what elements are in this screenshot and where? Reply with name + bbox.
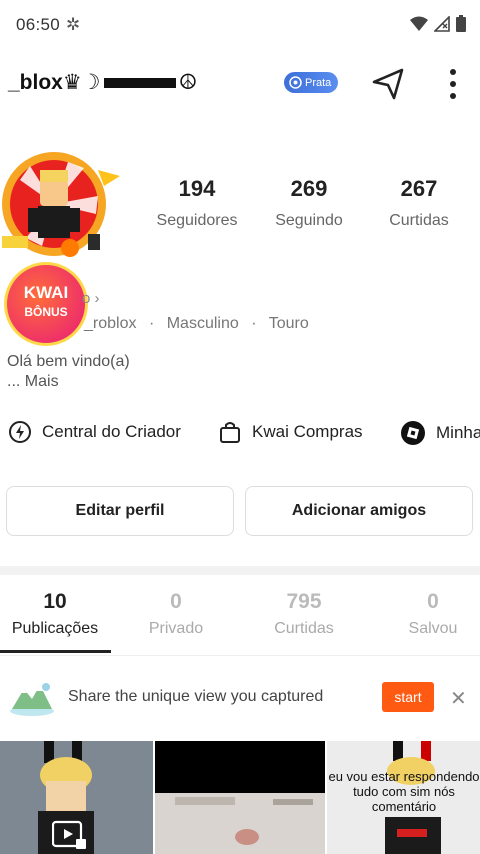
wifi-icon xyxy=(410,16,428,31)
bonus-line1: KWAI xyxy=(23,283,69,302)
profile-handle: _roblox xyxy=(84,315,137,332)
meta-separator: · xyxy=(251,315,257,332)
grid-post-2[interactable] xyxy=(155,741,325,854)
more-options-icon[interactable] xyxy=(438,66,468,102)
start-button[interactable]: start xyxy=(382,682,434,712)
post-caption: eu vou estar respondendo tudo com sim nó… xyxy=(328,769,480,814)
post-thumbnail-2 xyxy=(155,741,325,854)
level-badge-label: Prata xyxy=(305,76,332,89)
tab-privado-count: 0 xyxy=(170,590,182,613)
section-divider xyxy=(0,566,480,575)
stat-likes[interactable]: 267 Curtidas xyxy=(372,176,466,230)
tab-publicacoes-count: 10 xyxy=(43,590,67,613)
stat-followers-label: Seguidores xyxy=(156,212,238,229)
stat-following-value: 269 xyxy=(290,176,328,201)
profile-link[interactable]: o › xyxy=(82,290,100,307)
username: _blox♛☽ ☮ xyxy=(8,70,197,95)
shopping-bag-icon xyxy=(220,422,240,443)
tab-curtidas[interactable]: 795 Curtidas xyxy=(249,590,359,638)
profile-meta: _roblox · Masculino · Touro xyxy=(8,315,309,333)
shortcut-creator-center[interactable]: Central do Criador xyxy=(8,420,181,444)
status-bar: 06:50 ✲ xyxy=(0,0,480,50)
username-tail: ☮ xyxy=(178,71,198,94)
signal-icon xyxy=(434,15,450,32)
stat-likes-value: 267 xyxy=(400,176,438,201)
username-redaction xyxy=(103,78,176,89)
edit-profile-button[interactable]: Editar perfil xyxy=(6,486,234,536)
badge-icon xyxy=(289,76,302,89)
level-badge[interactable]: Prata xyxy=(284,72,339,93)
battery-icon xyxy=(456,15,466,32)
kwai-bonus-badge[interactable]: KWAI BÔNUS xyxy=(4,262,88,346)
banner-text: Share the unique view you captured xyxy=(68,688,324,705)
close-icon[interactable]: ✕ xyxy=(450,686,467,711)
video-icon xyxy=(52,820,86,849)
stat-following[interactable]: 269 Seguindo xyxy=(262,176,356,230)
active-tab-indicator xyxy=(0,650,111,653)
add-friends-button[interactable]: Adicionar amigos xyxy=(245,486,473,536)
profile-gender: Masculino xyxy=(166,315,239,332)
profile-header: _blox♛☽ ☮ Prata xyxy=(0,58,480,108)
creator-center-icon xyxy=(9,421,31,443)
grid-post-3[interactable]: eu vou estar respondendo tudo com sim nó… xyxy=(327,741,480,854)
status-time: 06:50 xyxy=(16,15,61,34)
shortcut-creator-label: Central do Criador xyxy=(42,422,181,441)
tab-publicacoes-label: Publicações xyxy=(11,620,99,637)
tab-salvou-label: Salvou xyxy=(408,620,458,637)
bio-text: Olá bem vindo(a) xyxy=(7,353,130,370)
shortcut-row: Central do Criador Kwai Compras Minha xyxy=(0,416,480,450)
shortcut-minha[interactable]: Minha xyxy=(400,420,480,446)
capture-banner: Share the unique view you captured start… xyxy=(0,672,480,722)
stat-followers-value: 194 xyxy=(178,176,216,201)
settings-icon: ✲ xyxy=(66,15,81,34)
status-icons xyxy=(410,15,466,32)
grid-post-1[interactable] xyxy=(0,741,153,854)
stat-likes-label: Curtidas xyxy=(389,212,449,229)
tab-curtidas-label: Curtidas xyxy=(274,620,334,637)
shortcut-minha-label: Minha xyxy=(436,423,480,442)
tab-salvou-count: 0 xyxy=(427,590,439,613)
tab-publicacoes[interactable]: 10 Publicações xyxy=(0,590,118,638)
profile-sign: Touro xyxy=(268,315,309,332)
tab-privado-label: Privado xyxy=(148,620,204,637)
bio-more-link[interactable]: ... Mais xyxy=(7,372,130,392)
posts-grid: eu vou estar respondendo tudo com sim nó… xyxy=(0,741,480,854)
tab-curtidas-count: 795 xyxy=(286,590,322,613)
shortcut-compras-label: Kwai Compras xyxy=(252,422,363,441)
shortcut-kwai-compras[interactable]: Kwai Compras xyxy=(218,420,363,444)
tab-salvou[interactable]: 0 Salvou xyxy=(378,590,480,638)
bio: Olá bem vindo(a) ... Mais xyxy=(7,352,130,392)
tab-privado[interactable]: 0 Privado xyxy=(121,590,231,638)
landscape-icon xyxy=(10,683,54,716)
roblox-icon xyxy=(401,421,425,445)
stat-following-label: Seguindo xyxy=(275,212,343,229)
stat-followers[interactable]: 194 Seguidores xyxy=(150,176,244,230)
share-icon[interactable] xyxy=(370,64,408,102)
tab-divider xyxy=(0,655,480,656)
meta-separator: · xyxy=(148,315,155,332)
avatar[interactable] xyxy=(0,140,126,262)
username-text: _blox♛☽ xyxy=(8,71,101,94)
